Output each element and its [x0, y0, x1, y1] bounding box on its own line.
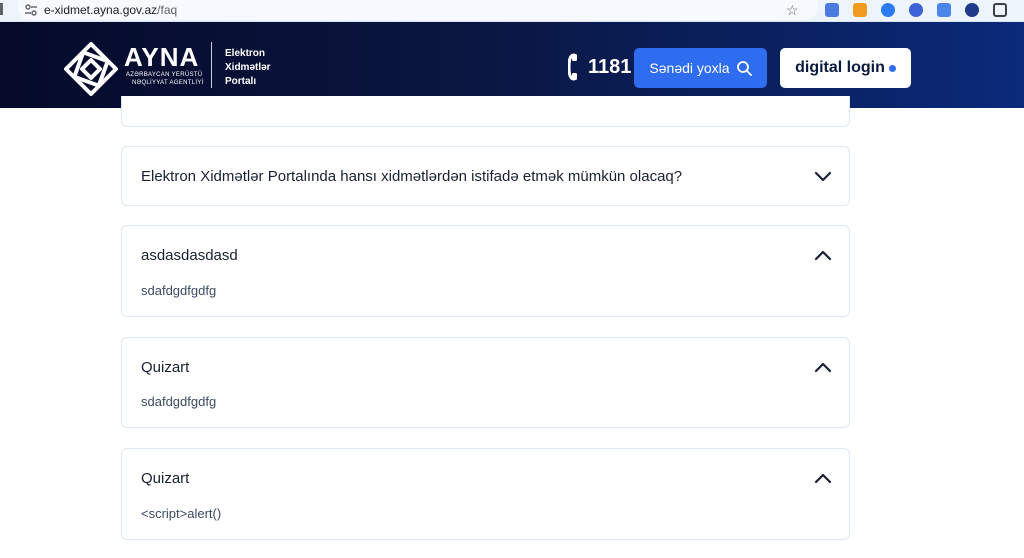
headset-phone-icon[interactable]	[568, 52, 590, 82]
faq-item-previous	[121, 96, 850, 127]
url-host: e-xidmet.ayna.gov.az	[44, 3, 158, 17]
portal-title-line2: Xidmətlər	[225, 62, 271, 73]
faq-question[interactable]: Elektron Xidmətlər Portalında hansı xidm…	[141, 168, 682, 185]
digital-login-label: digital login	[795, 59, 885, 76]
digital-login-button[interactable]: digital login	[780, 48, 911, 88]
faq-item[interactable]: Elektron Xidmətlər Portalında hansı xidm…	[121, 146, 850, 206]
faq-question[interactable]: asdasdasdasd	[141, 247, 238, 264]
brand-subtitle-line2: NƏQLİYYAT AGENTLİYİ	[132, 80, 204, 86]
url-path: /faq	[157, 3, 178, 17]
brand-name: AYNA	[124, 42, 200, 72]
chevron-up-icon[interactable]	[814, 361, 832, 373]
tune-icon[interactable]	[24, 3, 38, 17]
translate-icon[interactable]	[825, 3, 839, 17]
faq-answer: sdafdgdfgdfg	[141, 283, 217, 298]
header-divider	[211, 42, 212, 88]
faq-question[interactable]: Quizart	[141, 359, 189, 376]
faq-item[interactable]: Quizart <script>alert()	[121, 448, 850, 540]
link-icon[interactable]	[909, 3, 923, 17]
verify-document-label: Sənədi yoxla	[649, 60, 730, 76]
search-icon	[736, 61, 752, 76]
brand-subtitle-line1: AZƏRBAYCAN YERÜSTÜ	[126, 72, 203, 78]
bookmark-star-icon[interactable]: ☆	[786, 2, 799, 18]
rss-icon[interactable]	[853, 3, 867, 17]
verify-document-button[interactable]: Sənədi yoxla	[634, 48, 767, 88]
ayna-logo-icon[interactable]	[60, 40, 122, 98]
back-icon[interactable]	[0, 3, 3, 15]
check-icon[interactable]	[881, 3, 895, 17]
login-dot-icon	[888, 64, 896, 72]
chevron-up-icon[interactable]	[814, 249, 832, 261]
portal-title-line1: Elektron	[225, 48, 266, 59]
tag-icon[interactable]	[937, 3, 951, 17]
faq-answer: sdafdgdfgdfg	[141, 394, 217, 409]
browser-toolbar: e-xidmet.ayna.gov.az/faq ☆	[0, 0, 1024, 22]
faq-item[interactable]: Quizart sdafdgdfgdfg	[121, 337, 850, 428]
hotline-number[interactable]: 1181	[588, 56, 631, 79]
puzzle-icon[interactable]	[993, 3, 1007, 17]
chevron-down-icon[interactable]	[814, 171, 832, 183]
address-bar[interactable]: e-xidmet.ayna.gov.az/faq	[18, 0, 818, 20]
faq-item[interactable]: asdasdasdasd sdafdgdfgdfg	[121, 225, 850, 317]
faq-answer: <script>alert()	[141, 506, 222, 521]
settings-icon[interactable]	[965, 3, 979, 17]
portal-title-line3: Portalı	[225, 76, 257, 87]
faq-question[interactable]: Quizart	[141, 470, 189, 487]
chevron-up-icon[interactable]	[814, 472, 832, 484]
